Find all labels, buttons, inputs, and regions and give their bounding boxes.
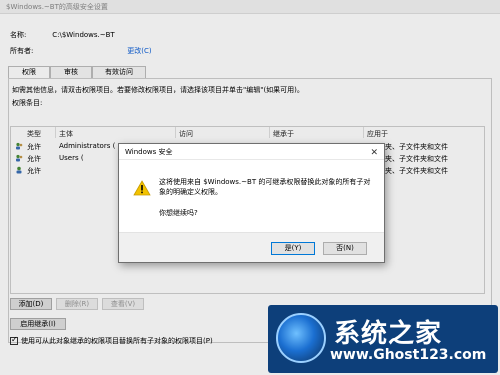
- windows-security-dialog: Windows 安全 ✕ 这将使用来自 $Windows.~BT 的可继承权限替…: [118, 143, 385, 263]
- close-icon[interactable]: ✕: [370, 145, 378, 161]
- watermark-logo: 系统之家 www.Ghost123.com: [268, 305, 498, 373]
- dialog-question: 你想继续吗?: [159, 209, 198, 217]
- globe-icon: [276, 313, 326, 363]
- warning-icon: [133, 180, 151, 196]
- watermark-title: 系统之家: [334, 319, 443, 349]
- dialog-title-text: Windows 安全: [125, 148, 173, 156]
- no-button[interactable]: 否(N): [323, 242, 367, 255]
- dialog-message: 这将使用来自 $Windows.~BT 的可继承权限替换此对象的所有子对象的明确…: [159, 178, 371, 196]
- dialog-title: Windows 安全 ✕: [119, 144, 384, 160]
- yes-button[interactable]: 是(Y): [271, 242, 315, 255]
- dialog-footer: 是(Y) 否(N): [119, 232, 384, 262]
- watermark-url: www.Ghost123.com: [330, 347, 487, 363]
